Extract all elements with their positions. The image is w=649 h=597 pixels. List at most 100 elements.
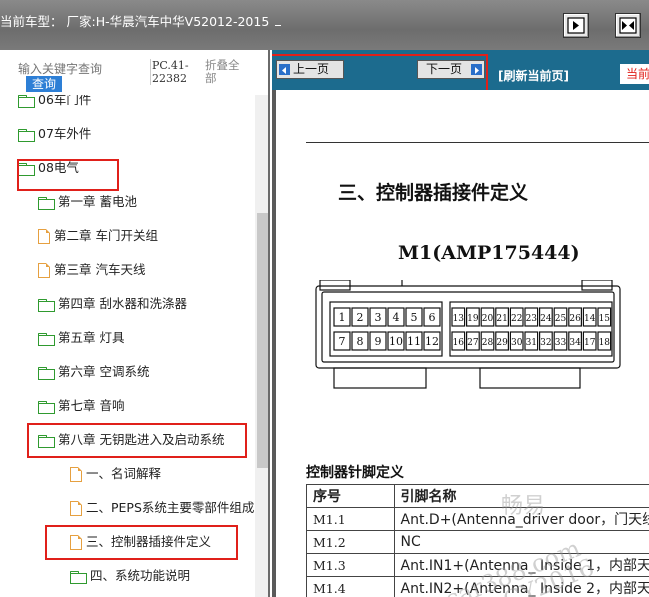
highlight-box-electrical — [17, 159, 119, 191]
document-page: 三、控制器插接件定义 M1(AMP175444) 1 2 3 4 5 6 7 8 9 10 11 12… — [276, 90, 649, 597]
folder-icon — [38, 332, 55, 346]
vehicle-value: 厂家:H-华晨汽车中华V52012-2015 — [66, 14, 270, 29]
tree-node-label: 第三章 汽车天线 — [54, 262, 146, 277]
pin-number: M1.3 — [306, 553, 395, 577]
pin-label: 26 — [569, 314, 581, 324]
pin-label: 32 — [540, 338, 551, 348]
vehicle-label: 当前车型： — [0, 14, 63, 29]
pin-label: 30 — [511, 338, 523, 348]
column-header-no: 序号 — [306, 484, 395, 508]
pin-label: 22 — [511, 314, 522, 324]
pin-label: 34 — [569, 338, 581, 348]
refresh-page-link[interactable]: [刷新当前页] — [498, 67, 569, 84]
highlight-box-keyless — [27, 423, 247, 458]
header-rule — [306, 142, 649, 143]
collapse-all-link[interactable]: 折叠全部 — [205, 59, 245, 85]
tree-node[interactable]: 第一章 蓄电池 — [38, 191, 137, 213]
search-button[interactable]: 查询 — [26, 76, 62, 92]
connector-diagram: 1 2 3 4 5 67 8 9 10 11 1213 19 20 21 22 23 24 25 26 14 1516 2… — [315, 280, 621, 389]
tree-node[interactable]: 07车外件 — [18, 123, 91, 145]
highlight-box-pager — [272, 54, 488, 92]
page-icon — [38, 229, 50, 244]
pin-table-header-row: 序号 引脚名称 — [306, 484, 649, 508]
pin-label: 20 — [482, 314, 494, 324]
pin-label: 10 — [389, 335, 403, 348]
tree-node-label: 二、PEPS系统主要零部件组成 — [86, 500, 255, 515]
pin-label: 2 — [357, 311, 364, 324]
tree-node[interactable]: 四、系统功能说明 — [70, 565, 190, 587]
tree-node-label: 07车外件 — [38, 126, 92, 141]
scrollbar-thumb[interactable] — [257, 213, 268, 468]
pin-number: M1.1 — [306, 507, 395, 531]
tree-node[interactable]: 第七章 音响 — [38, 395, 124, 417]
pin-label: 13 — [453, 314, 465, 324]
pin-label: 3 — [375, 311, 382, 324]
latch-right — [581, 280, 613, 291]
column-header-name: 引脚名称 — [393, 484, 649, 508]
foot-left — [333, 367, 427, 389]
tree-node-label: 第二章 车门开关组 — [54, 228, 158, 243]
pin-label: 1 — [339, 311, 346, 324]
pin-label: 23 — [526, 314, 538, 324]
pin-label: 17 — [584, 338, 596, 348]
tree-node-label: 第一章 蓄电池 — [58, 194, 137, 209]
tree-node[interactable]: 第四章 刮水器和洗涤器 — [38, 293, 187, 315]
pin-label: 12 — [425, 335, 439, 348]
search-input[interactable] — [18, 62, 130, 76]
folder-icon — [18, 95, 35, 108]
section-title: 三、控制器插接件定义 — [338, 182, 529, 204]
page-icon — [70, 467, 82, 482]
tree-node-label: 第七章 音响 — [58, 398, 125, 413]
foot-right — [479, 367, 581, 389]
table-row: M1.3 Ant.IN1+(Antenna_ Inside 1，内部天线 — [306, 553, 649, 577]
tree-scrollbar[interactable] — [255, 95, 268, 597]
latch-left — [319, 280, 351, 291]
split-view-button[interactable] — [615, 13, 641, 38]
tree-node[interactable]: 二、PEPS系统主要零部件组成 — [70, 497, 254, 519]
pin-label: 24 — [540, 314, 552, 324]
pin-label: 28 — [482, 338, 494, 348]
pin-label: 11 — [407, 335, 421, 348]
pin-label: 18 — [599, 338, 611, 348]
pin-label: 14 — [584, 314, 596, 324]
tree-node-label: 第五章 灯具 — [58, 330, 125, 345]
page-icon — [70, 501, 82, 516]
pin-label: 15 — [599, 314, 611, 324]
tree-node-label: 一、名词解释 — [86, 466, 162, 481]
folder-icon — [70, 570, 87, 584]
page-forward-button[interactable] — [563, 13, 589, 38]
connector-title: M1(AMP175444) — [398, 242, 580, 264]
folder-icon — [38, 366, 55, 380]
highlight-box-connector — [45, 525, 238, 560]
folder-icon — [38, 400, 55, 414]
page-icon — [38, 263, 50, 278]
tree-node[interactable]: 一、名词解释 — [70, 463, 161, 485]
folder-icon — [18, 128, 35, 142]
tree-node[interactable]: 第三章 汽车天线 — [38, 259, 145, 281]
pin-label: 16 — [453, 338, 465, 348]
tree-node[interactable]: 第五章 灯具 — [38, 327, 124, 349]
pin-name: Ant.IN2+(Antenna_ Inside 2，内部天线 — [393, 576, 649, 597]
current-page-label: 当前 — [620, 64, 649, 84]
top-bar: 当前车型： 厂家:H-华晨汽车中华V52012-2015 — [0, 0, 649, 50]
pin-label: 19 — [467, 314, 479, 324]
document-viewer: 上一页 下一页 [刷新当前页] 当前 三、控制器插接件定义 M1(AMP1754… — [272, 50, 649, 597]
folder-icon — [38, 298, 55, 312]
page-forward-icon — [567, 17, 585, 34]
table-row: M1.4 Ant.IN2+(Antenna_ Inside 2，内部天线 — [306, 576, 649, 597]
left-panel: 查询 PC.41-22382 折叠全部 06车门件07车外件08电气第一章 蓄电… — [0, 50, 270, 597]
tree-node[interactable]: 第六章 空调系统 — [38, 361, 149, 383]
tree-node[interactable]: 第二章 车门开关组 — [38, 225, 158, 247]
table-row: M1.1 Ant.D+(Antenna_driver door，门天线 — [306, 507, 649, 531]
tree-node-label: 06车门件 — [38, 95, 92, 107]
pin-label: 8 — [357, 335, 364, 348]
search-bar: 查询 PC.41-22382 折叠全部 — [0, 50, 255, 95]
tree-node-label: 四、系统功能说明 — [90, 568, 191, 583]
tree-node[interactable]: 06车门件 — [18, 95, 91, 111]
pin-name: NC — [393, 530, 649, 554]
pin-number: M1.4 — [306, 576, 395, 597]
pin-label: 4 — [393, 311, 400, 324]
split-view-icon — [619, 17, 637, 34]
tree-node-label: 第六章 空调系统 — [58, 364, 150, 379]
tree-node-label: 第四章 刮水器和洗涤器 — [58, 296, 187, 311]
